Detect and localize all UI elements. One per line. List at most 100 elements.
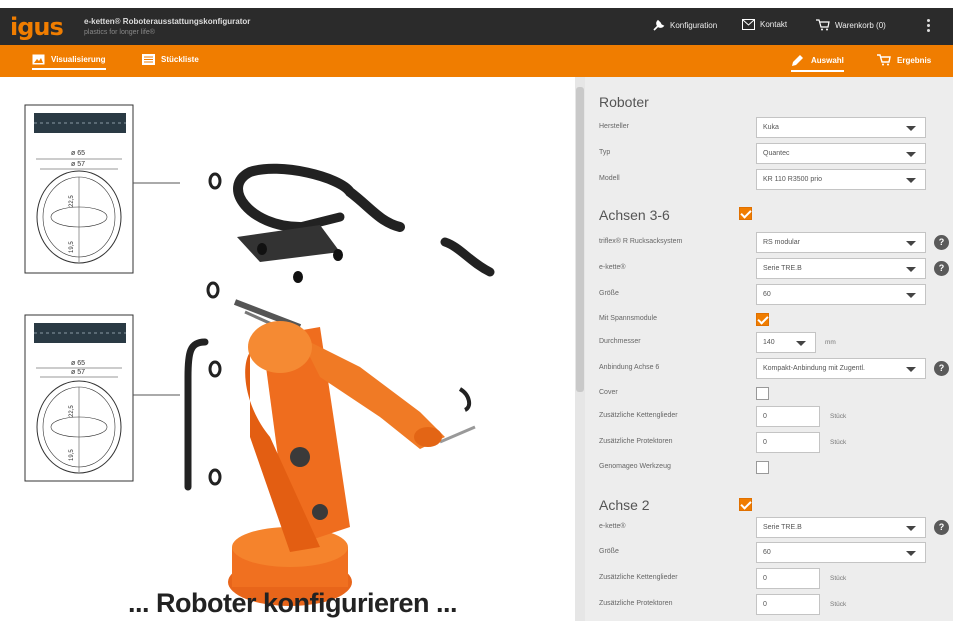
app-title: e-ketten® Roboterausstattungskonfigurato… — [84, 17, 251, 26]
row-zus-protekt36: Zusätzliche Protektoren 0 Stück — [599, 432, 939, 454]
zus-protekt2-label: Zusätzliche Protektoren — [599, 600, 673, 607]
achsen36-checkbox[interactable] — [739, 207, 752, 220]
groesse2-select[interactable]: 60 — [756, 542, 926, 563]
row-kette36: e-kette® Serie TRE.B ? — [599, 258, 949, 280]
config-panel: Roboter Hersteller Kuka Typ Quantec Mode… — [585, 77, 953, 621]
konfiguration-button[interactable]: Konfiguration — [652, 19, 717, 32]
scrollbar-thumb[interactable] — [576, 87, 584, 392]
spann-checkbox[interactable] — [756, 313, 769, 326]
row-gen: Genomageo Werkzeug — [599, 457, 939, 479]
row-spann: Mit Spannsmodule — [599, 309, 939, 331]
more-menu-icon[interactable] — [927, 19, 931, 33]
groesse36-label: Größe — [599, 290, 619, 297]
achse2-checkbox[interactable] — [739, 498, 752, 511]
warenkorb-label: Warenkorb (0) — [835, 20, 886, 30]
row-zus-ketten36: Zusätzliche Kettenglieder 0 Stück — [599, 406, 939, 428]
help-icon[interactable]: ? — [934, 520, 949, 535]
pencil-icon — [792, 55, 803, 66]
row-groesse2: Größe 60 — [599, 542, 939, 564]
durchmesser-select[interactable]: 140 — [756, 332, 816, 353]
kette2-select[interactable]: Serie TRE.B — [756, 517, 926, 538]
image-icon — [32, 54, 45, 65]
d1-dim-b: 19,5 — [69, 241, 75, 253]
modell-select[interactable]: KR 110 R3500 prio — [756, 169, 926, 190]
row-durchmesser: Durchmesser 140 mm — [599, 332, 939, 354]
row-modell: Modell KR 110 R3500 prio — [599, 169, 939, 191]
exploded-chain-parts — [184, 163, 495, 491]
kette36-value: Serie TRE.B — [763, 265, 802, 272]
groesse2-value: 60 — [763, 549, 771, 556]
row-kette2: e-kette® Serie TRE.B ? — [599, 517, 949, 539]
tab-ergebnis-label: Ergebnis — [897, 55, 932, 65]
tab-auswahl[interactable]: Auswahl — [791, 54, 844, 72]
row-rucksack: triflex® R Rucksacksystem RS modular ? — [599, 232, 949, 254]
zus-ketten2-input[interactable]: 0 — [756, 568, 820, 589]
tab-auswahl-label: Auswahl — [811, 56, 844, 65]
app-header: igus e-ketten® Roboterausstattungskonfig… — [0, 8, 953, 45]
tab-visualisierung[interactable]: Visualisierung — [32, 54, 106, 70]
zus-protekt2-unit: Stück — [830, 601, 847, 608]
tab-bar: Visualisierung Stückliste Auswahl Ergebn… — [0, 45, 953, 77]
zus-ketten36-label: Zusätzliche Kettenglieder — [599, 412, 678, 419]
kontakt-label: Kontakt — [760, 20, 788, 29]
zus-protekt36-label: Zusätzliche Protektoren — [599, 438, 673, 445]
warenkorb-button[interactable]: Warenkorb (0) — [816, 19, 886, 31]
groesse2-label: Größe — [599, 548, 619, 555]
help-icon[interactable]: ? — [934, 235, 949, 250]
tab-stueckliste[interactable]: Stückliste — [142, 54, 199, 65]
konfiguration-label: Konfiguration — [670, 21, 718, 30]
hersteller-label: Hersteller — [599, 123, 629, 130]
kontakt-button[interactable]: Kontakt — [742, 19, 787, 30]
row-zus-ketten2: Zusätzliche Kettenglieder 0 Stück — [599, 568, 939, 590]
top-margin — [0, 0, 953, 8]
groesse36-value: 60 — [763, 291, 771, 298]
kette2-label: e-kette® — [599, 523, 626, 530]
d1-outer-dim: ø 65 — [71, 150, 85, 157]
anbindung-label: Anbindung Achse 6 — [599, 364, 660, 371]
rs-select[interactable]: RS modular — [756, 232, 926, 253]
chevron-down-icon — [906, 241, 916, 246]
durchmesser-unit: mm — [825, 339, 836, 346]
canvas-scrollbar[interactable] — [575, 77, 585, 621]
list-icon — [142, 54, 155, 65]
section-achsen36-title: Achsen 3-6 — [599, 207, 670, 223]
row-typ: Typ Quantec — [599, 143, 939, 165]
igus-logo[interactable]: igus — [10, 13, 70, 41]
typ-select[interactable]: Quantec — [756, 143, 926, 164]
gen-checkbox[interactable] — [756, 461, 769, 474]
typ-label: Typ — [599, 149, 611, 156]
gen-label: Genomageo Werkzeug — [599, 463, 671, 470]
help-icon[interactable]: ? — [934, 361, 949, 376]
groesse36-select[interactable]: 60 — [756, 284, 926, 305]
zus-protekt36-input[interactable]: 0 — [756, 432, 820, 453]
tab-visualisierung-label: Visualisierung — [51, 55, 106, 64]
zus-protekt2-input[interactable]: 0 — [756, 594, 820, 615]
d1-dim-a: 22,5 — [69, 195, 75, 207]
row-anbindung: Anbindung Achse 6 Kompakt-Anbindung mit … — [599, 358, 949, 380]
row-hersteller: Hersteller Kuka — [599, 117, 939, 139]
kette36-select[interactable]: Serie TRE.B — [756, 258, 926, 279]
cover-label: Cover — [599, 389, 618, 396]
chevron-down-icon — [906, 526, 916, 531]
visualization-canvas[interactable]: ø 65 ø 57 22,5 19,5 ø 65 ø 57 22,5 19,5 — [0, 77, 575, 621]
zus-ketten36-unit: Stück — [830, 413, 847, 420]
help-icon[interactable]: ? — [934, 261, 949, 276]
row-zus-protekt2: Zusätzliche Protektoren 0 Stück — [599, 594, 939, 616]
chevron-down-icon — [906, 152, 916, 157]
wrench-icon — [653, 19, 665, 31]
d2-outer-dim: ø 65 — [71, 360, 85, 367]
d2-dim-b: 19,5 — [69, 449, 75, 461]
zus-ketten36-input[interactable]: 0 — [756, 406, 820, 427]
cover-checkbox[interactable] — [756, 387, 769, 400]
anbindung-select[interactable]: Kompakt-Anbindung mit Zugentl. — [756, 358, 926, 379]
marketing-caption: ... Roboter konfigurieren ... — [128, 588, 458, 618]
cart-icon — [816, 19, 830, 31]
durchmesser-value: 140 — [763, 339, 775, 346]
chevron-down-icon — [796, 341, 806, 346]
tab-stueckliste-label: Stückliste — [161, 55, 199, 64]
chevron-down-icon — [906, 178, 916, 183]
robot-illustration: ø 65 ø 57 22,5 19,5 ø 65 ø 57 22,5 19,5 — [24, 104, 495, 606]
hersteller-select[interactable]: Kuka — [756, 117, 926, 138]
tab-ergebnis[interactable]: Ergebnis — [877, 54, 931, 66]
rs-value: RS modular — [763, 239, 800, 246]
